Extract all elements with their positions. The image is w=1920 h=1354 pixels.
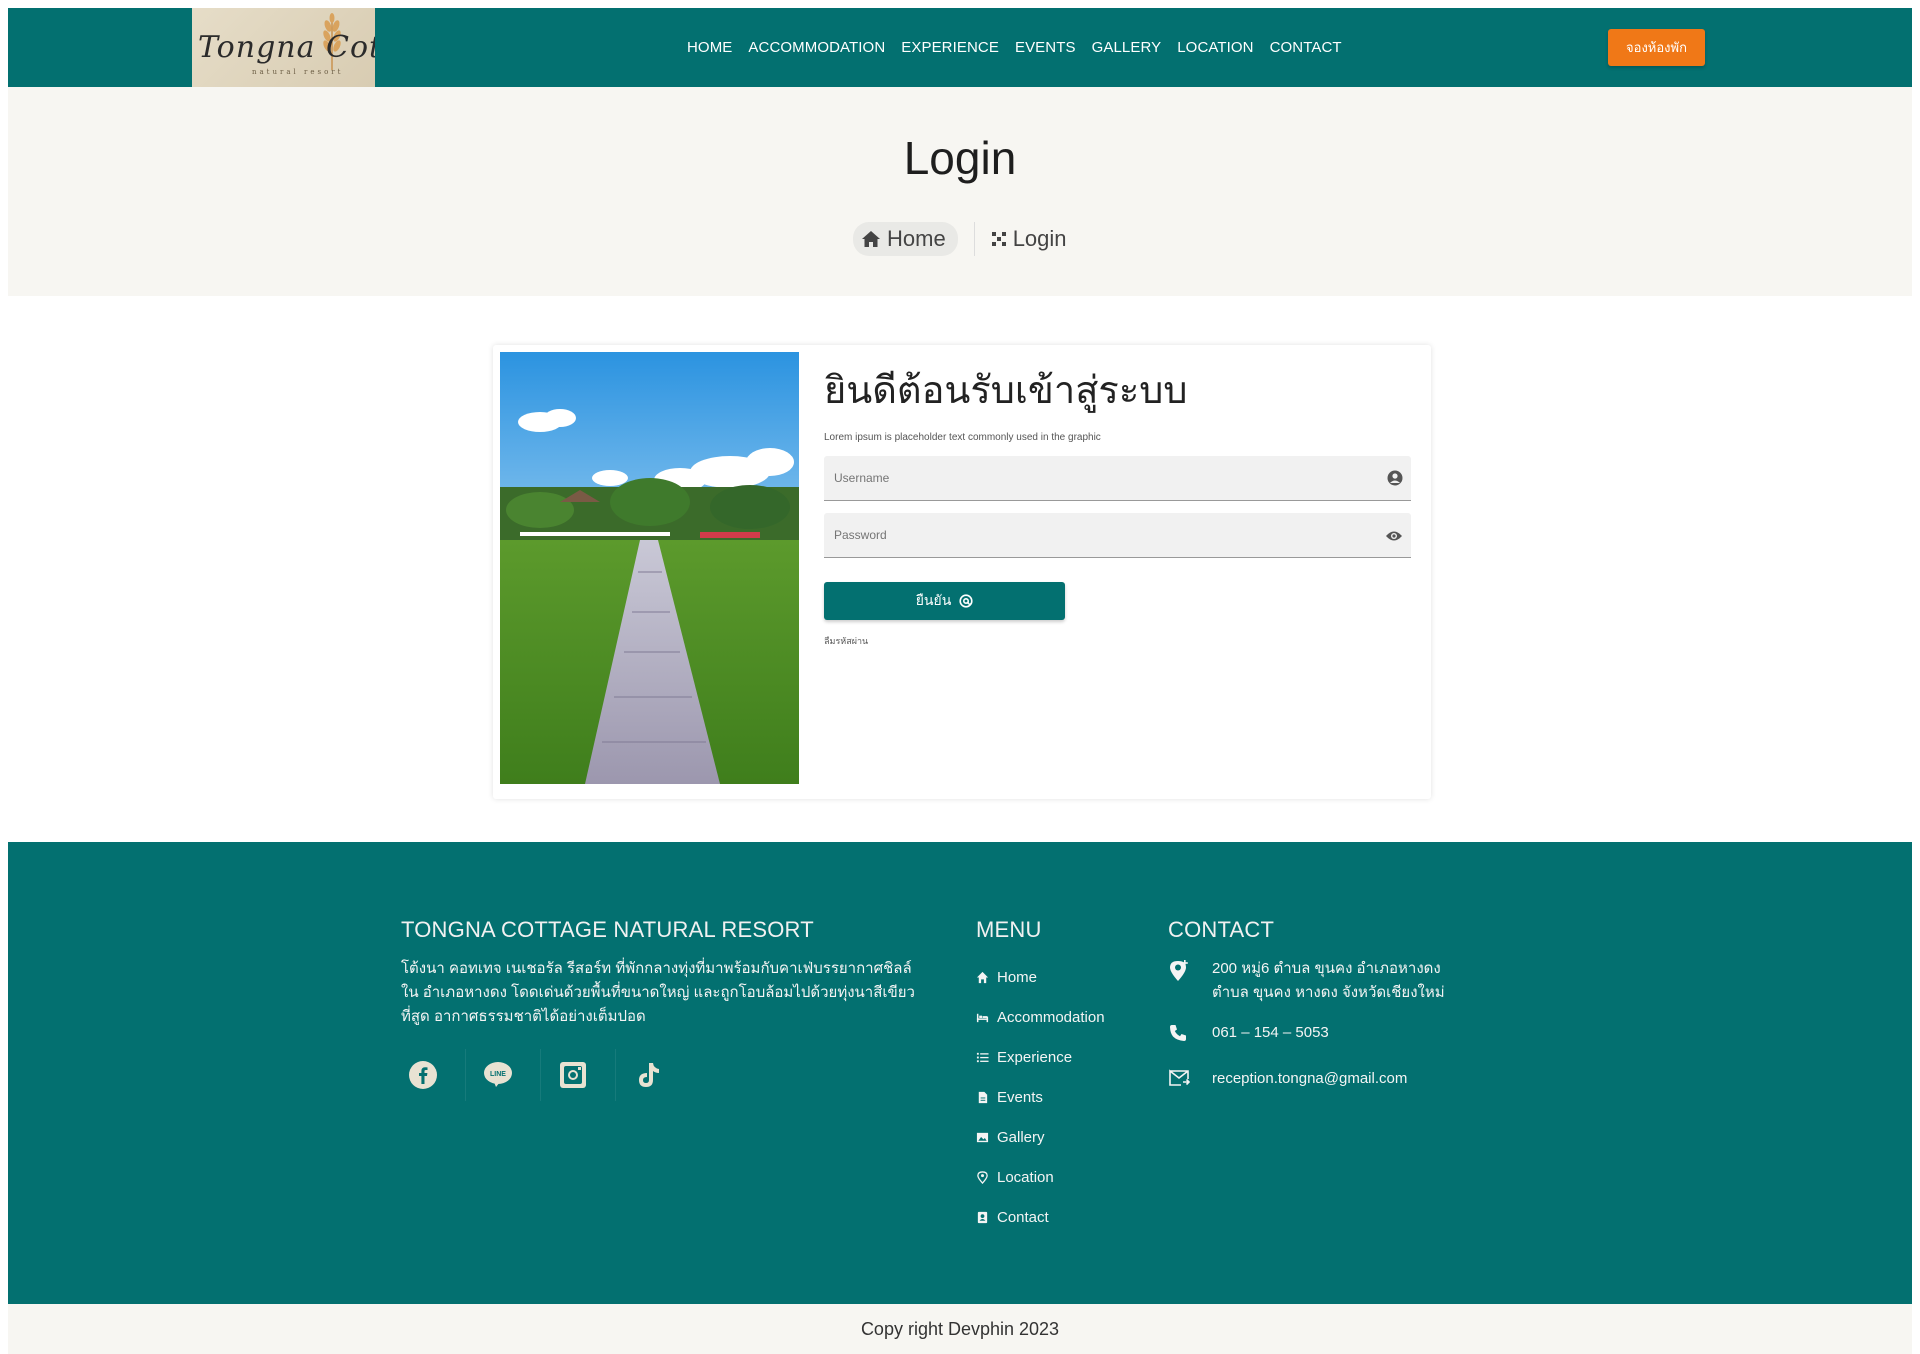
top-navbar: Tongna Cottage natural resort HOME ACCOM… xyxy=(8,8,1912,87)
page-header: Login Home Login xyxy=(8,87,1912,296)
username-field xyxy=(824,456,1411,501)
footer-menu-home[interactable]: Home xyxy=(976,957,1136,997)
address-line-2: ตำบล ขุนคง หางดง จังหวัดเชียงใหม่ xyxy=(1212,984,1445,1001)
tiktok-icon[interactable] xyxy=(606,1049,691,1101)
image-icon xyxy=(976,1132,989,1142)
welcome-lead: Lorem ipsum is placeholder text commonly… xyxy=(824,432,1101,443)
line-icon[interactable]: LINE xyxy=(456,1049,541,1101)
confirm-button-label: ยืนยัน xyxy=(915,592,952,608)
confirm-button[interactable]: ยืนยัน xyxy=(824,582,1065,620)
footer-menu-title: MENU xyxy=(976,917,1042,942)
nav-home[interactable]: HOME xyxy=(687,39,732,56)
phone-number: 061 – 154 – 5053 xyxy=(1212,1024,1329,1041)
at-sign-icon xyxy=(959,594,973,608)
password-field xyxy=(824,513,1411,558)
footer-menu-list: Home Accommodation Experience Events Gal… xyxy=(976,957,1136,1237)
svg-text:LINE: LINE xyxy=(490,1071,506,1078)
logo-subtext: natural resort xyxy=(252,68,344,76)
login-form: ยินดีต้อนรับเข้าสู่ระบบ Lorem ipsum is p… xyxy=(824,359,1414,648)
phone-icon xyxy=(1170,1025,1186,1041)
footer-menu-location[interactable]: Location xyxy=(976,1157,1136,1197)
home-icon xyxy=(862,231,880,247)
breadcrumb-current: Login xyxy=(991,226,1067,252)
footer-menu-label: Gallery xyxy=(997,1128,1045,1146)
book-room-button[interactable]: จองห้องพัก xyxy=(1608,29,1705,66)
footer: TONGNA COTTAGE NATURAL RESORT โต้งนา คอท… xyxy=(8,842,1912,1304)
logo[interactable]: Tongna Cottage natural resort xyxy=(192,8,375,87)
resort-photo xyxy=(500,352,799,784)
nav-contact[interactable]: CONTACT xyxy=(1270,39,1342,56)
map-pin-icon xyxy=(977,1170,988,1184)
footer-menu-gallery[interactable]: Gallery xyxy=(976,1117,1136,1157)
nav-accommodation[interactable]: ACCOMMODATION xyxy=(748,39,885,56)
footer-menu-label: Home xyxy=(997,968,1038,986)
forgot-password-link[interactable]: ลืมรหัสผ่าน xyxy=(824,634,1414,648)
address-line-1: 200 หมู่6 ตำบล ขุนคง อำเภอหางดง xyxy=(1212,960,1441,977)
footer-contact: CONTACT 200 หมู่6 ตำบล ขุนคง อำเภอหางดง … xyxy=(1168,917,1508,1095)
footer-menu-experience[interactable]: Experience xyxy=(976,1037,1136,1077)
breadcrumb-home[interactable]: Home xyxy=(853,222,958,256)
footer-menu-label: Location xyxy=(997,1168,1054,1186)
document-icon xyxy=(978,1091,988,1103)
login-dots-icon xyxy=(991,232,1006,246)
footer-menu-label: Accommodation xyxy=(997,1008,1105,1026)
instagram-icon[interactable] xyxy=(531,1049,616,1101)
page-title: Login xyxy=(903,132,1017,184)
contact-list: 200 หมู่6 ตำบล ขุนคง อำเภอหางดง ตำบล ขุน… xyxy=(1168,957,1508,1095)
facebook-icon[interactable] xyxy=(381,1049,466,1101)
nav-location[interactable]: LOCATION xyxy=(1177,39,1253,56)
login-card: ยินดีต้อนรับเข้าสู่ระบบ Lorem ipsum is p… xyxy=(493,345,1431,799)
eye-icon[interactable] xyxy=(1385,529,1403,543)
contact-phone[interactable]: 061 – 154 – 5053 xyxy=(1168,1021,1508,1051)
footer-contact-title: CONTACT xyxy=(1168,917,1275,942)
contact-email[interactable]: reception.tongna@gmail.com xyxy=(1168,1067,1508,1095)
home-icon xyxy=(976,971,989,983)
location-add-icon xyxy=(1170,960,1188,981)
contact-card-icon xyxy=(977,1211,988,1223)
nav-gallery[interactable]: GALLERY xyxy=(1092,39,1162,56)
mail-icon xyxy=(1169,1069,1191,1086)
breadcrumb-divider xyxy=(973,222,975,256)
nav-events[interactable]: EVENTS xyxy=(1015,39,1076,56)
username-input[interactable] xyxy=(824,456,1411,500)
breadcrumb: Home Login xyxy=(853,222,1067,256)
user-circle-icon xyxy=(1387,470,1403,486)
footer-about-title: TONGNA COTTAGE NATURAL RESORT xyxy=(401,917,814,942)
footer-about: TONGNA COTTAGE NATURAL RESORT โต้งนา คอท… xyxy=(401,917,921,1101)
nav-experience[interactable]: EXPERIENCE xyxy=(901,39,999,56)
breadcrumb-home-label: Home xyxy=(887,226,946,251)
copyright: Copy right Devphin 2023 xyxy=(8,1304,1912,1354)
footer-menu-contact[interactable]: Contact xyxy=(976,1197,1136,1237)
footer-menu-accommodation[interactable]: Accommodation xyxy=(976,997,1136,1037)
footer-menu-label: Contact xyxy=(997,1208,1049,1226)
footer-about-text: โต้งนา คอทเทจ เนเชอรัล รีสอร์ท ที่พักกลา… xyxy=(401,960,915,1025)
email-address: reception.tongna@gmail.com xyxy=(1212,1070,1408,1087)
footer-menu-label: Experience xyxy=(997,1048,1073,1066)
main-menu: HOME ACCOMMODATION EXPERIENCE EVENTS GAL… xyxy=(687,39,1358,56)
list-icon xyxy=(976,1052,989,1062)
footer-menu-events[interactable]: Events xyxy=(976,1077,1136,1117)
breadcrumb-current-label: Login xyxy=(1012,226,1067,251)
password-input[interactable] xyxy=(824,513,1411,557)
footer-menu-label: Events xyxy=(997,1088,1043,1106)
footer-menu: MENU Home Accommodation Experience Event… xyxy=(976,917,1136,1237)
welcome-heading: ยินดีต้อนรับเข้าสู่ระบบ xyxy=(824,370,1188,412)
bed-icon xyxy=(976,1013,989,1022)
page: Tongna Cottage natural resort HOME ACCOM… xyxy=(8,8,1912,1354)
social-links: LINE xyxy=(401,1049,921,1101)
contact-address: 200 หมู่6 ตำบล ขุนคง อำเภอหางดง ตำบล ขุน… xyxy=(1168,957,1508,1005)
logo-text: Tongna Cottage xyxy=(198,30,375,65)
